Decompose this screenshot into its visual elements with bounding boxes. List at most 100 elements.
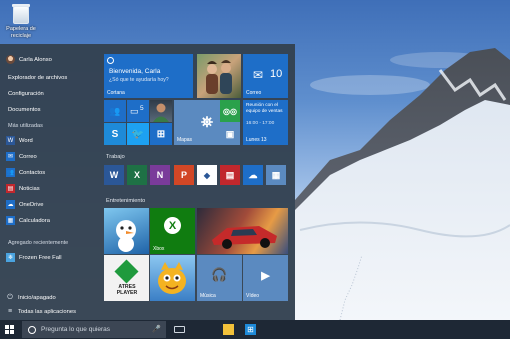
power-label: Inicio/apagado <box>18 294 56 301</box>
tile-label: Lunes 13 <box>246 137 267 143</box>
recycle-bin-body-icon <box>13 6 29 24</box>
mail-icon: ✉ <box>6 152 15 161</box>
photo-people-icon <box>206 60 232 94</box>
tile-video[interactable]: ▶ Vídeo <box>243 255 288 301</box>
search-box[interactable]: Pregunta lo que quieras 🎤 <box>22 321 166 338</box>
power-button[interactable]: ⏻ Inicio/apagado <box>6 292 56 303</box>
start-menu: Carla Alonso Explorador de archivos Conf… <box>0 44 295 321</box>
cartoon-character-icon <box>158 262 186 294</box>
user-name: Carla Alonso <box>19 56 52 63</box>
tile-label: Cortana <box>107 90 125 96</box>
tile-onedrive[interactable]: ☁ <box>243 165 263 185</box>
user-account[interactable]: Carla Alonso <box>6 54 52 65</box>
most-used-header: Más utilizadas <box>8 123 43 129</box>
tile-news[interactable]: ▤ <box>220 165 240 185</box>
tile-music[interactable]: 🎧 Música <box>197 255 242 301</box>
windows-logo-pane <box>10 330 14 334</box>
people-badge: 5 <box>140 105 144 112</box>
taskbar: Pregunta lo que quieras 🎤 ⊞ <box>0 320 510 339</box>
place-file-explorer[interactable]: Explorador de archivos <box>8 72 67 83</box>
place-label: Documentos <box>8 106 41 113</box>
person-photo-icon <box>153 103 169 122</box>
search-placeholder: Pregunta lo que quieras <box>41 326 111 333</box>
tile-store[interactable]: ⊞ <box>150 123 172 145</box>
recycle-bin[interactable]: Papelera de reciclaje <box>4 4 38 39</box>
tile-label: Correo <box>246 90 262 96</box>
place-documents[interactable]: Documentos <box>8 104 41 115</box>
atres-label: ATRES PLAYER <box>116 284 138 296</box>
tile-office[interactable]: ▣ <box>220 123 240 145</box>
owl-icon: ◎◎ <box>223 106 237 116</box>
tile-label: Xbox <box>153 246 165 252</box>
tile-cortana[interactable]: Bienvenida, Carla ¿Só que te ayudaría ho… <box>104 54 193 98</box>
tile-word[interactable]: W <box>104 165 124 185</box>
group-title-entertainment: Entretenimiento <box>106 198 146 204</box>
excel-icon: X <box>133 170 140 180</box>
tile-onenote[interactable]: N <box>150 165 170 185</box>
app-label: Word <box>19 137 33 144</box>
people-icon: 👥 <box>109 105 121 116</box>
tile-asphalt[interactable] <box>197 208 288 254</box>
frozen-icon: ❄ <box>6 253 15 262</box>
windows-logo-pane <box>5 330 9 334</box>
tile-contact-photo[interactable] <box>150 100 172 122</box>
file-explorer-icon[interactable] <box>223 324 234 335</box>
tile-label: Vídeo <box>246 293 260 299</box>
xbox-icon: X <box>164 217 181 234</box>
tile-mail[interactable]: ✉ 10 Correo <box>243 54 288 98</box>
tile-label: Música <box>200 293 216 299</box>
tile-contoso[interactable]: ◆ <box>197 165 217 185</box>
tile-photos[interactable] <box>197 54 241 98</box>
race-car-icon <box>212 226 277 249</box>
tile-atres-player[interactable]: ATRES PLAYER <box>104 255 149 301</box>
tile-xbox[interactable]: X Xbox <box>150 208 195 254</box>
app-onedrive[interactable]: ☁ OneDrive <box>6 199 43 210</box>
tile-people[interactable]: 👥 <box>104 100 126 122</box>
tile-frozen-free-fall[interactable] <box>104 208 149 254</box>
start-button[interactable] <box>5 325 14 334</box>
tile-skype[interactable]: S <box>104 123 126 145</box>
windows-logo-icon: ⊞ <box>156 128 166 140</box>
frozen-character-icon <box>116 220 136 252</box>
calendar-time: 16:00 - 17:00 <box>246 121 275 126</box>
cloud-icon: ☁ <box>6 200 15 209</box>
tile-powerpoint[interactable]: P <box>174 165 194 185</box>
mail-icon: ✉ <box>253 68 264 82</box>
app-calculator[interactable]: ▦ Calculadora <box>6 215 50 226</box>
tile-excel[interactable]: X <box>127 165 147 185</box>
recently-added-header: Agregado recientemente <box>8 240 69 246</box>
app-label: OneDrive <box>19 201 44 208</box>
tile-tripadvisor[interactable]: ◎◎ <box>220 100 240 122</box>
calendar-event: Reunión con el equipo de ventas <box>246 103 283 114</box>
word-icon: W <box>6 136 15 145</box>
cortana-icon <box>107 57 114 64</box>
tile-game-character[interactable] <box>150 255 195 301</box>
microphone-icon[interactable]: 🎤 <box>152 325 161 333</box>
group-title-work: Trabajo <box>106 154 125 160</box>
all-apps-button[interactable]: ≡ Todas las aplicaciones <box>6 306 76 317</box>
start-menu-left-pane: Carla Alonso Explorador de archivos Conf… <box>0 44 98 321</box>
cloud-icon: ☁ <box>248 169 258 180</box>
tile-calculator[interactable]: ▦ <box>266 165 286 185</box>
word-icon: W <box>109 170 119 180</box>
place-settings[interactable]: Configuración <box>8 88 44 99</box>
twitter-icon: 🐦 <box>131 128 145 140</box>
task-view-icon[interactable] <box>174 326 185 333</box>
list-icon: ≡ <box>7 308 13 315</box>
app-label: Correo <box>19 153 37 160</box>
app-mail[interactable]: ✉ Correo <box>6 151 37 162</box>
place-label: Configuración <box>8 90 44 97</box>
tile-twitter[interactable]: 🐦 <box>127 123 149 145</box>
onenote-icon: N <box>156 170 164 180</box>
app-label: Calculadora <box>19 217 50 224</box>
tile-calendar[interactable]: Reunión con el equipo de ventas 16:00 - … <box>243 100 288 145</box>
store-icon[interactable]: ⊞ <box>245 324 256 335</box>
tile-messaging[interactable]: ▭ 5 <box>127 100 149 122</box>
app-news[interactable]: ▤ Noticias <box>6 183 40 194</box>
briefcase-icon: ▣ <box>225 128 235 139</box>
app-contacts[interactable]: 👥 Contactos <box>6 167 45 178</box>
app-label: Contactos <box>19 169 46 176</box>
app-word[interactable]: W Word <box>6 135 33 146</box>
calculator-icon: ▦ <box>271 169 281 180</box>
app-frozen-free-fall[interactable]: ❄ Frozen Free Fall <box>6 252 62 263</box>
